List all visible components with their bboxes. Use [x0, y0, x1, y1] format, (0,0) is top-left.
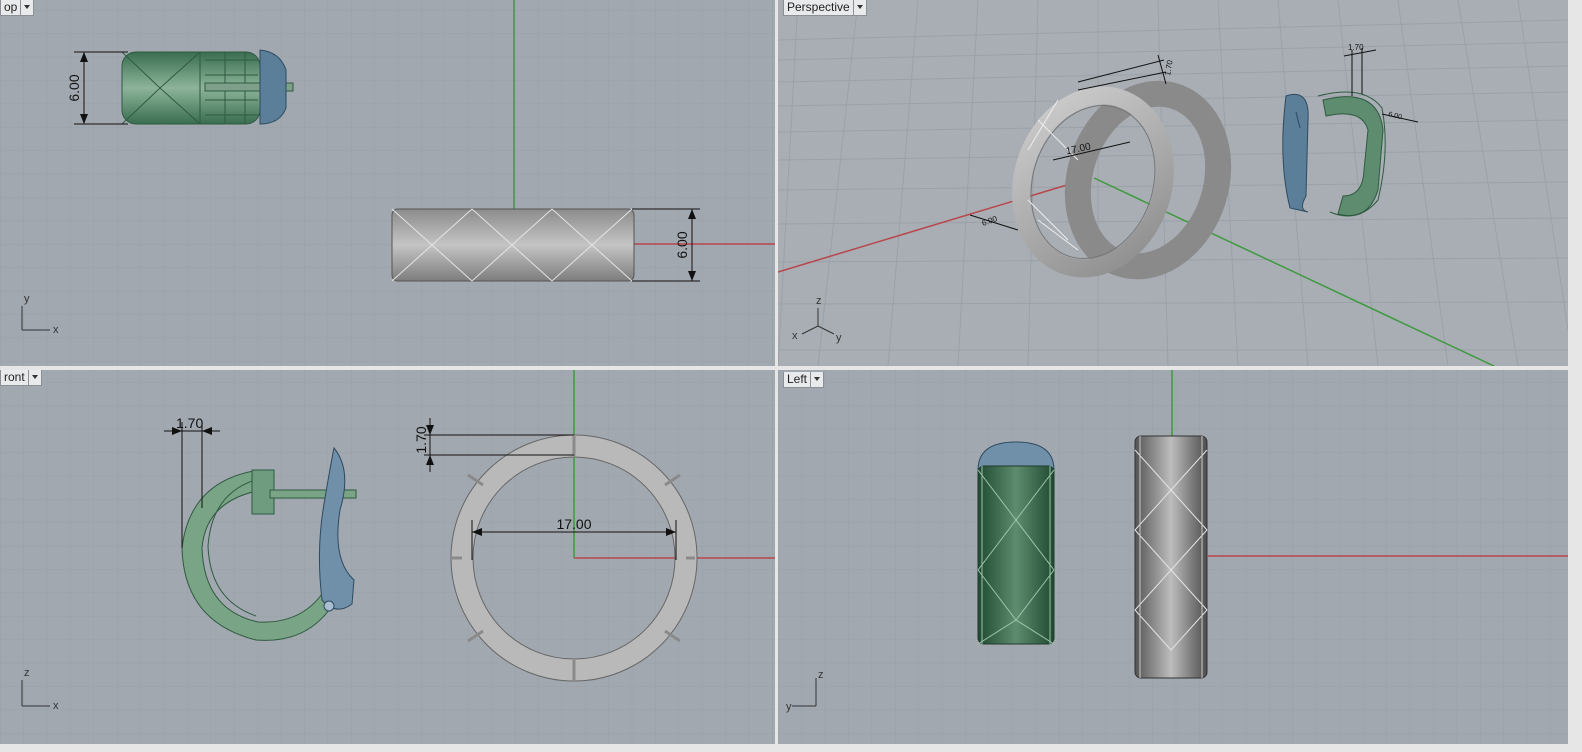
chevron-down-icon[interactable] [21, 0, 35, 16]
ring-top-view[interactable] [391, 208, 635, 282]
top-grid: 6.00 6.00 y x [0, 0, 775, 366]
viewport-title-left: Left [783, 372, 812, 388]
svg-text:x: x [53, 324, 59, 336]
dim-label-top-earring: 6.00 [66, 74, 82, 101]
dim-label-front-thickness: 1.70 [413, 426, 429, 453]
svg-text:y: y [24, 293, 30, 305]
svg-text:x: x [792, 330, 798, 342]
left-grid: z y [778, 370, 1568, 744]
svg-text:z: z [818, 669, 824, 681]
svg-text:y: y [786, 701, 792, 713]
viewport-title-top: op [0, 0, 22, 16]
svg-text:z: z [24, 667, 30, 679]
chevron-down-icon[interactable] [28, 370, 42, 386]
viewport-perspective[interactable]: 17.00 1.70 6.00 1.70 6.00 z x y Perspect… [778, 0, 1568, 366]
dim-label-persp-earring-thickness: 1.70 [1348, 43, 1364, 52]
viewport-label-left[interactable]: Left [783, 372, 825, 388]
ring-left-view[interactable] [1134, 435, 1208, 679]
dim-label-front-width: 1.70 [176, 415, 203, 431]
viewport-label-top[interactable]: op [0, 0, 35, 16]
viewport-label-perspective[interactable]: Perspective [783, 0, 867, 16]
chevron-down-icon[interactable] [853, 0, 867, 16]
viewport-left[interactable]: z y Left [778, 370, 1568, 744]
dim-label-top-ring: 6.00 [674, 231, 690, 258]
dim-label-front-diameter: 17.00 [556, 516, 591, 532]
chevron-down-icon[interactable] [811, 372, 825, 388]
svg-text:y: y [836, 332, 842, 344]
svg-text:z: z [816, 295, 822, 307]
viewport-title-perspective: Perspective [783, 0, 854, 16]
viewport-title-front: ront [0, 370, 29, 386]
viewport-label-front[interactable]: ront [0, 370, 42, 386]
front-grid: 1.70 1.70 17.00 z x [0, 370, 775, 744]
svg-text:x: x [53, 700, 59, 712]
perspective-grid: 17.00 1.70 6.00 1.70 6.00 z x y [778, 0, 1568, 366]
viewport-front[interactable]: 1.70 1.70 17.00 z x ront [0, 370, 775, 744]
viewport-top[interactable]: 6.00 6.00 y x op [0, 0, 775, 366]
earring-top-view[interactable] [121, 49, 294, 125]
earring-left-view[interactable] [977, 441, 1055, 645]
